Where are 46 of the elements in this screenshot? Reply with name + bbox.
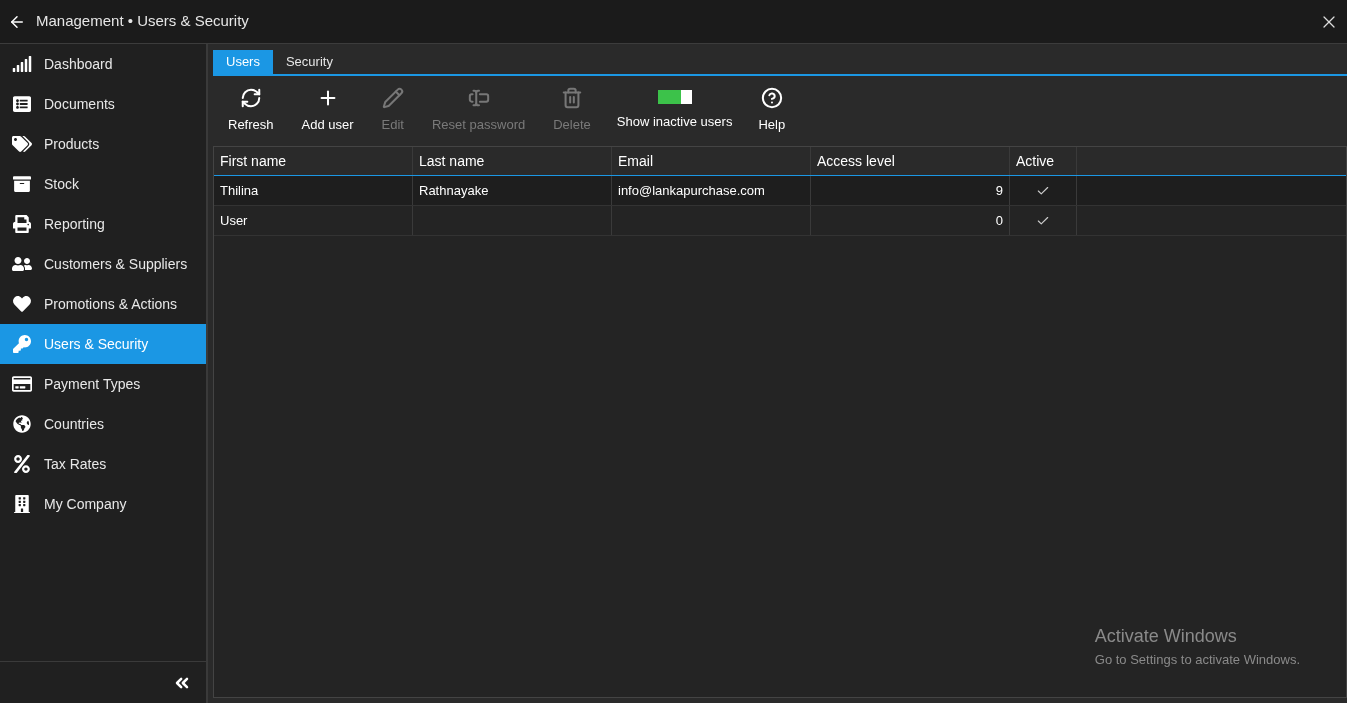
sidebar-item[interactable]: Payment Types bbox=[0, 364, 206, 404]
toolbar-button[interactable]: Help bbox=[746, 81, 798, 141]
trash-icon bbox=[561, 87, 583, 110]
sidebar-item[interactable]: Countries bbox=[0, 404, 206, 444]
column-header[interactable]: Last name bbox=[413, 147, 612, 175]
refresh-icon bbox=[239, 87, 262, 110]
heart-icon bbox=[12, 295, 32, 313]
activation-title: Activate Windows bbox=[1094, 624, 1237, 648]
tab[interactable]: Security bbox=[272, 50, 346, 74]
window-title: Management • Users & Security bbox=[36, 11, 249, 32]
sidebar-item[interactable]: Tax Rates bbox=[0, 444, 206, 484]
archive-box-icon bbox=[12, 175, 32, 193]
table-cell: info@lankapurchase.com bbox=[612, 176, 811, 205]
sidebar-item[interactable]: Products bbox=[0, 124, 206, 164]
column-header[interactable]: Email bbox=[612, 147, 811, 175]
table-cell: 9 bbox=[811, 176, 1010, 205]
credit-card-icon bbox=[12, 375, 32, 393]
toggle-button[interactable]: Show inactive users bbox=[606, 81, 743, 141]
sidebar-item[interactable]: Stock bbox=[0, 164, 206, 204]
activation-message: Go to Settings to activate Windows. bbox=[1094, 650, 1300, 669]
help-icon bbox=[760, 87, 783, 110]
column-header[interactable]: Access level bbox=[811, 147, 1010, 175]
table-cell: 0 bbox=[811, 206, 1010, 235]
percent-icon bbox=[12, 455, 32, 473]
sidebar-item[interactable]: Customers & Suppliers bbox=[0, 244, 206, 284]
column-header[interactable]: First name bbox=[214, 147, 413, 175]
table-cell: Rathnayake bbox=[413, 176, 612, 205]
column-header[interactable]: Active bbox=[1010, 147, 1077, 175]
sidebar-item[interactable]: Documents bbox=[0, 84, 206, 124]
sidebar-item[interactable]: My Company bbox=[0, 484, 206, 524]
tags-icon bbox=[12, 135, 32, 153]
table-cell: User bbox=[214, 206, 413, 235]
globe-icon bbox=[12, 415, 32, 433]
table-cell: Thilina bbox=[214, 176, 413, 205]
toolbar-button[interactable]: Refresh bbox=[216, 81, 286, 141]
sidebar-item[interactable]: Reporting bbox=[0, 204, 206, 244]
building-icon bbox=[12, 495, 32, 513]
sidebar-item[interactable]: Dashboard bbox=[0, 44, 206, 84]
list-icon bbox=[12, 95, 32, 113]
key-icon bbox=[12, 335, 32, 353]
printer-icon bbox=[12, 215, 32, 233]
people-icon bbox=[12, 255, 32, 273]
toolbar-button[interactable]: Add user bbox=[289, 81, 366, 141]
pencil-icon bbox=[381, 87, 404, 110]
sidebar-item[interactable]: Promotions & Actions bbox=[0, 284, 206, 324]
signal-bars-icon bbox=[12, 55, 32, 73]
